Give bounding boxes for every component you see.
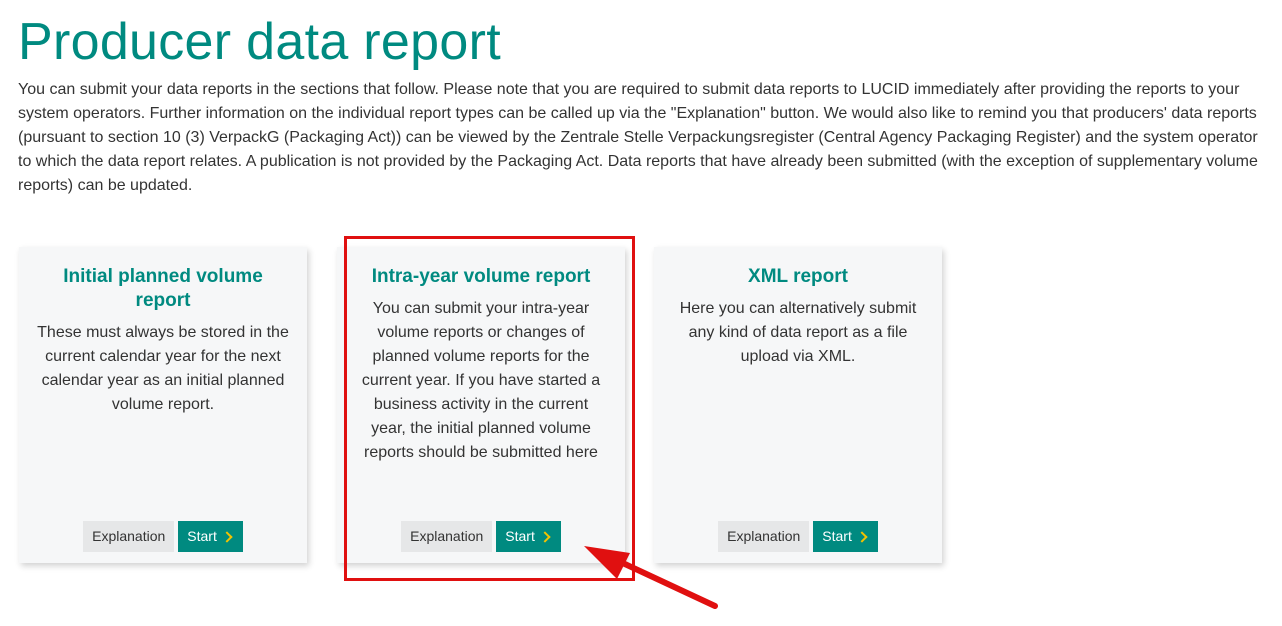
card-description: You can submit your intra-year volume re… [361,300,601,461]
card-description: These must always be stored in the curre… [37,324,289,413]
card-initial-planned-volume-report: Initial planned volume report These must… [19,247,307,563]
explanation-button[interactable]: Explanation [718,521,810,552]
chevron-right-icon [539,530,551,543]
start-button[interactable]: Start [813,521,878,552]
card-description: Here you can alternatively submit any ki… [679,300,917,365]
start-button[interactable]: Start [496,521,561,552]
chevron-right-icon [221,530,233,543]
explanation-button[interactable]: Explanation [401,521,493,552]
card-title: XML report [748,266,848,287]
explanation-button[interactable]: Explanation [83,521,175,552]
page-title: Producer data report [18,13,501,71]
intro-text: You can submit your data reports in the … [18,81,1258,194]
start-button-label: Start [187,528,217,544]
card-actions: Explanation Start [337,521,625,552]
card-title: Intra-year volume report [371,266,591,287]
start-button[interactable]: Start [178,521,243,552]
page: Producer data report You can submit your… [0,0,1282,626]
card-actions: Explanation Start [654,521,942,552]
card-actions: Explanation Start [19,521,307,552]
card-intra-year-volume-report: Intra-year volume report You can submit … [337,247,625,563]
start-button-label: Start [822,528,852,544]
card-xml-report: XML report Here you can alternatively su… [654,247,942,563]
card-title: Initial planned volume report [63,266,263,311]
start-button-label: Start [505,528,535,544]
chevron-right-icon [856,530,868,543]
